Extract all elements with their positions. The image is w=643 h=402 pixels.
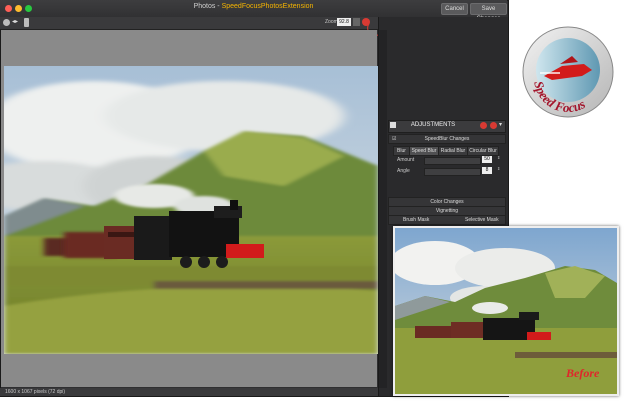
tool-circle-icon[interactable] [3,19,10,26]
zoom-stepper[interactable] [353,18,360,26]
amount-label: Amount [397,157,415,163]
mask-section: Brush Mask Selective Mask [388,215,506,225]
image-size-status: 1600 x 1067 pixels (72 dpi) [5,389,66,395]
amount-stepper-icon[interactable]: ⇕ [497,155,500,160]
adjustments-title: ADJUSTMENTS [410,122,456,128]
vignetting-label: Vignetting [435,208,459,214]
edited-photo [4,66,378,354]
adjustments-reset-button[interactable] [480,122,487,129]
tab-speed-blur[interactable]: Speed Blur [409,146,439,156]
speed-focus-logo: Speed Focus [522,26,614,118]
speedblur-section-label: SpeedBlur Changes [424,136,470,142]
speedblur-section-header[interactable]: ☑ SpeedBlur Changes [388,134,506,144]
window-title: Photos - SpeedFocusPhotosExtension [0,3,507,10]
tab-blur[interactable]: Blur [393,146,410,156]
brush-mask-label[interactable]: Brush Mask [403,216,429,224]
tab-radial-blur[interactable]: Radial Blur [438,146,468,156]
window-title-prefix: Photos - [193,3,222,10]
angle-label: Angle [397,168,410,174]
save-changes-button[interactable]: Save Changes [470,3,507,22]
toolbar: ◂▸ Zoom 92.8 [0,17,387,30]
amount-slider[interactable] [424,157,481,165]
angle-value-field[interactable]: 8 [482,167,492,174]
compare-icon[interactable]: ◂▸ [12,19,21,26]
angle-slider[interactable] [424,168,481,176]
selective-mask-label[interactable]: Selective Mask [465,216,499,224]
tab-circular-blur[interactable]: Circular Blur [467,146,499,156]
split-view-icon[interactable] [24,18,29,27]
before-label: Before [566,366,600,380]
adjustments-menu-icon[interactable]: ▾ [499,121,502,128]
color-changes-label: Color Changes [430,199,464,205]
adjustments-close-button[interactable] [490,122,497,129]
zoom-input[interactable]: 92.8 [337,18,351,26]
amount-value-field[interactable]: 50 [482,156,492,163]
zoom-label: Zoom [325,19,338,25]
cancel-button[interactable]: Cancel [441,3,468,15]
angle-stepper-icon[interactable]: ⇕ [497,166,500,171]
window-title-extension: SpeedFocusPhotosExtension [221,3,314,10]
panel-scroll-track[interactable] [379,30,387,388]
